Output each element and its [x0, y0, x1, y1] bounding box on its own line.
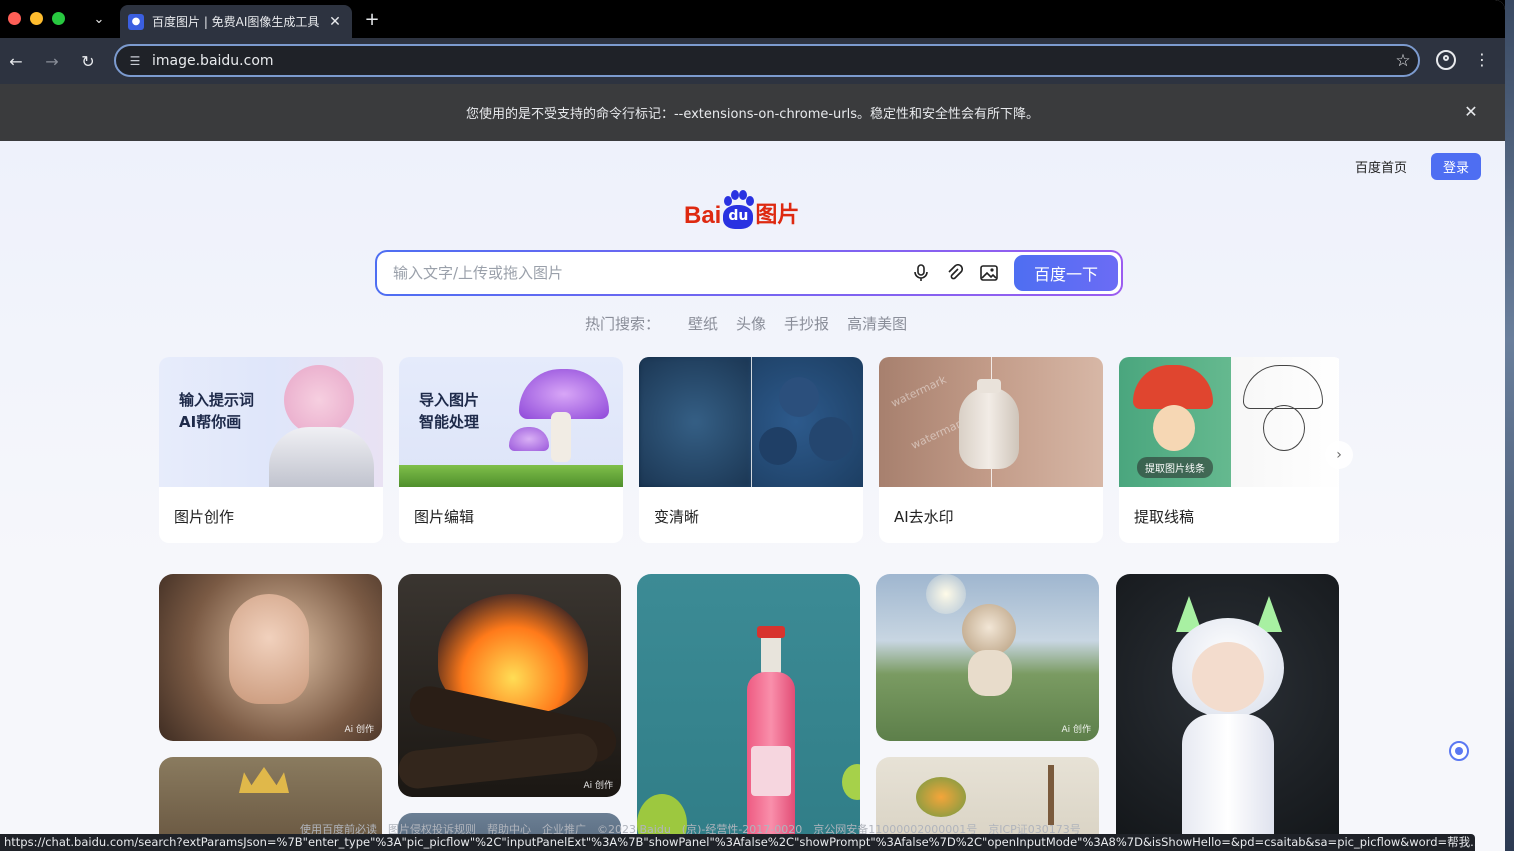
hot-searches: 热门搜索： 壁纸 头像 手抄报 高清美图 [585, 313, 907, 334]
feature-image: 提取图片线条 [1119, 357, 1339, 487]
address-bar[interactable]: ☰ image.baidu.com ☆ [114, 44, 1420, 77]
feature-card-remove-watermark[interactable]: watermark watermark AI去水印 [879, 357, 1103, 543]
baidu-image-page: 百度首页 登录 Bai du 图片 输入文字/上传或拖入图片 百度一下 热门搜索… [0, 141, 1505, 851]
link-status-bar: https://chat.baidu.com/search?extParamsJ… [0, 834, 1475, 851]
hot-search-item[interactable]: 头像 [736, 313, 766, 334]
logo-bai-text: Bai [684, 202, 722, 229]
feature-label: 提取线稿 [1134, 508, 1195, 526]
feature-cards: 输入提示词 AI帮你画 图片创作 导入图片 智能处理 图片编辑 变清晰 wate… [159, 357, 1339, 543]
close-window-button[interactable] [8, 12, 21, 25]
hot-search-item[interactable]: 壁纸 [688, 313, 718, 334]
hot-search-label: 热门搜索： [585, 315, 661, 333]
assistant-float-icon[interactable] [1449, 741, 1469, 761]
maximize-window-button[interactable] [52, 12, 65, 25]
baidu-home-link[interactable]: 百度首页 [1355, 157, 1407, 176]
new-tab-plus-icon[interactable]: + [362, 8, 382, 30]
feature-label: 图片创作 [174, 508, 235, 526]
feature-card-enhance[interactable]: 变清晰 [639, 357, 863, 543]
tab-search-chevron-icon[interactable]: ⌄ [88, 8, 110, 30]
ai-creation-badge: Ai 创作 [1061, 725, 1091, 735]
infobar-close-icon[interactable]: ✕ [1461, 102, 1481, 121]
gallery-image[interactable] [637, 574, 860, 851]
infobar-message: 您使用的是不受支持的命令行标记：--extensions-on-chrome-u… [465, 107, 1040, 122]
watermark-text: watermark [889, 373, 949, 410]
browser-menu-dots-icon[interactable]: ⋮ [1474, 49, 1490, 71]
bookmark-star-icon[interactable]: ☆ [1388, 51, 1418, 71]
tab-title: 百度图片 | 免费AI图像生成工具 [152, 15, 320, 29]
ai-creation-badge: Ai 创作 [583, 781, 613, 791]
desktop-background [1505, 0, 1514, 851]
chevron-right-icon[interactable]: › [1325, 441, 1353, 469]
gallery-image[interactable] [1116, 574, 1339, 851]
logo-du-text: du [723, 205, 754, 229]
baidu-favicon-icon: ● [128, 13, 144, 30]
feature-label: 变清晰 [654, 508, 700, 526]
search-button[interactable]: 百度一下 [1014, 255, 1118, 291]
microphone-icon[interactable] [904, 256, 938, 290]
hot-search-item[interactable]: 高清美图 [847, 313, 907, 334]
top-right-links: 百度首页 登录 [1355, 153, 1481, 180]
gallery-image[interactable]: Ai 创作 [159, 574, 382, 741]
feature-image: watermark watermark [879, 357, 1103, 487]
ai-creation-badge: Ai 创作 [344, 725, 374, 735]
feature-image: 导入图片 智能处理 [399, 357, 623, 487]
tab-baidu-image[interactable]: ● 百度图片 | 免费AI图像生成工具 ✕ [120, 5, 352, 38]
forward-arrow-icon[interactable]: → [41, 50, 63, 72]
hot-search-item[interactable]: 手抄报 [784, 313, 829, 334]
image-upload-icon[interactable] [972, 256, 1006, 290]
search-box: 百度一下 [375, 250, 1123, 296]
feature-overlay-text: 导入图片 智能处理 [419, 391, 480, 431]
feature-image [639, 357, 863, 487]
tab-close-icon[interactable]: ✕ [326, 14, 344, 30]
feature-card-extract-lineart[interactable]: 提取图片线条 提取线稿 [1119, 357, 1339, 543]
site-info-tune-icon[interactable]: ☰ [120, 46, 150, 75]
feature-overlay-text: 输入提示词 AI帮你画 [179, 391, 255, 431]
gallery-image[interactable]: Ai 创作 [876, 574, 1099, 741]
feature-image: 输入提示词 AI帮你画 [159, 357, 383, 487]
profile-icon[interactable] [1436, 50, 1456, 70]
unsupported-flag-infobar: 您使用的是不受支持的命令行标记：--extensions-on-chrome-u… [0, 84, 1505, 141]
paperclip-icon[interactable] [938, 256, 972, 290]
address-url[interactable]: image.baidu.com [150, 53, 1388, 69]
feature-badge: 提取图片线条 [1137, 457, 1213, 478]
logo-tupian-text: 图片 [755, 203, 800, 228]
login-button[interactable]: 登录 [1430, 153, 1481, 180]
feature-card-image-edit[interactable]: 导入图片 智能处理 图片编辑 [399, 357, 623, 543]
baidu-image-logo[interactable]: Bai du 图片 [684, 187, 799, 231]
tab-strip: ⌄ ● 百度图片 | 免费AI图像生成工具 ✕ + [0, 0, 1505, 38]
gallery-image[interactable]: Ai 创作 [398, 574, 621, 797]
browser-toolbar: ← → ↻ ☰ image.baidu.com ☆ ⋮ [0, 38, 1505, 84]
paw-icon: du [721, 189, 755, 231]
feature-label: AI去水印 [894, 508, 954, 526]
feature-card-image-creation[interactable]: 输入提示词 AI帮你画 图片创作 [159, 357, 383, 543]
minimize-window-button[interactable] [30, 12, 43, 25]
back-arrow-icon[interactable]: ← [5, 50, 27, 72]
reload-icon[interactable]: ↻ [77, 50, 99, 72]
feature-label: 图片编辑 [414, 508, 475, 526]
browser-window: ⌄ ● 百度图片 | 免费AI图像生成工具 ✕ + ← → ↻ ☰ image.… [0, 0, 1505, 851]
search-input[interactable] [377, 264, 904, 282]
